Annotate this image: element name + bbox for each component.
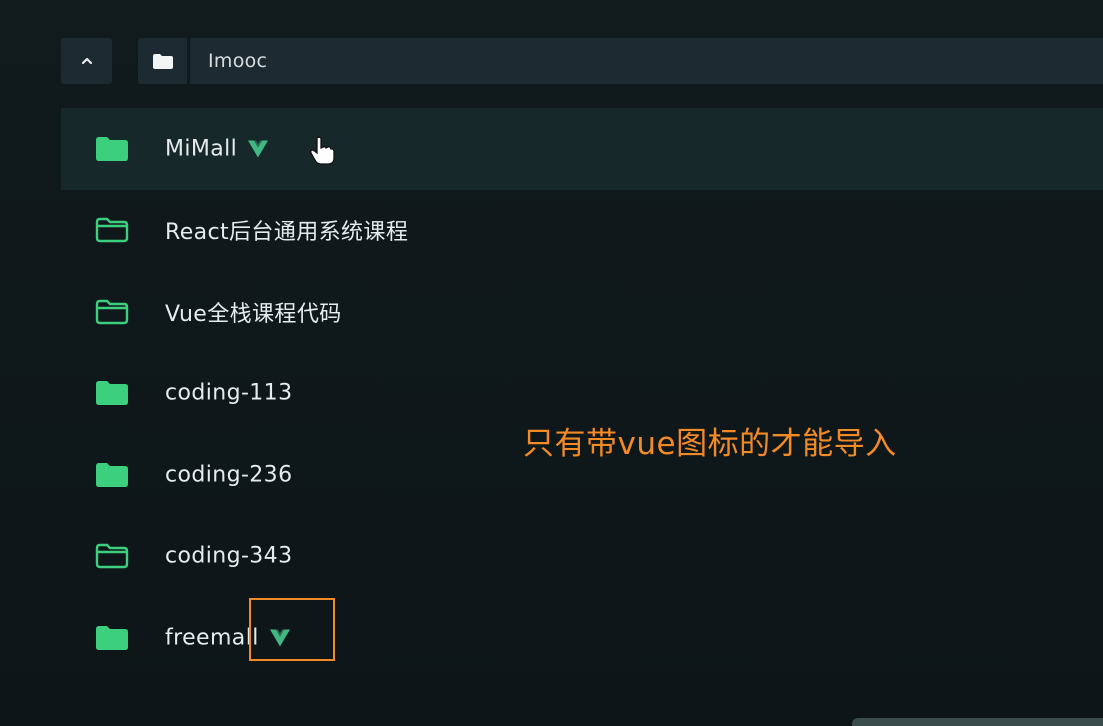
folder-name: MiMall: [165, 136, 269, 161]
folder-list: MiMall React后台通用系统课程 Vue全栈课程代码 coding-113 co…: [61, 108, 1103, 679]
project-import-dialog: Imooc MiMall React后台通用系统课程 Vue全栈课程代码 coding…: [0, 0, 1103, 726]
path-folder-cell: [138, 38, 190, 84]
folder-filled-icon: [96, 625, 128, 650]
folder-filled-icon: [96, 462, 128, 487]
folder-outline-icon: [95, 299, 129, 324]
folder-row[interactable]: MiMall: [61, 108, 1103, 190]
folder-icon: [152, 53, 173, 69]
folder-name-text: Vue全栈课程代码: [165, 301, 342, 327]
footer-button-edge[interactable]: [852, 718, 1103, 726]
folder-row[interactable]: freemall: [61, 597, 1103, 679]
folder-name-text: MiMall: [165, 136, 238, 162]
folder-row[interactable]: coding-343: [61, 516, 1103, 598]
folder-name: coding-343: [165, 544, 292, 569]
folder-name-text: coding-113: [165, 380, 293, 406]
folder-name: coding-113: [165, 381, 292, 406]
folder-name: coding-236: [165, 462, 292, 487]
vue-logo-icon: [248, 140, 269, 158]
path-bar[interactable]: Imooc: [138, 38, 1103, 84]
folder-name-text: freemall: [165, 625, 259, 651]
parent-folder-button[interactable]: [61, 38, 112, 84]
folder-filled-icon: [96, 381, 128, 406]
path-toolbar: Imooc: [0, 0, 1103, 100]
folder-outline-icon: [95, 544, 129, 569]
chevron-up-icon: [81, 57, 92, 65]
folder-row[interactable]: Vue全栈课程代码: [61, 271, 1103, 353]
vue-icon-highlight-box: [249, 598, 335, 661]
annotation-text: 只有带vue图标的才能导入: [523, 426, 897, 462]
folder-name: React后台通用系统课程: [165, 214, 408, 246]
folder-name-text: coding-343: [165, 543, 293, 569]
folder-name-text: coding-236: [165, 462, 293, 488]
current-path: Imooc: [208, 50, 268, 72]
folder-row[interactable]: React后台通用系统课程: [61, 190, 1103, 272]
folder-outline-icon: [95, 218, 129, 243]
hand-pointer-cursor-icon: [310, 136, 335, 165]
folder-name-text: React后台通用系统课程: [165, 220, 409, 246]
folder-name: Vue全栈课程代码: [165, 296, 342, 328]
folder-filled-icon: [96, 136, 128, 161]
